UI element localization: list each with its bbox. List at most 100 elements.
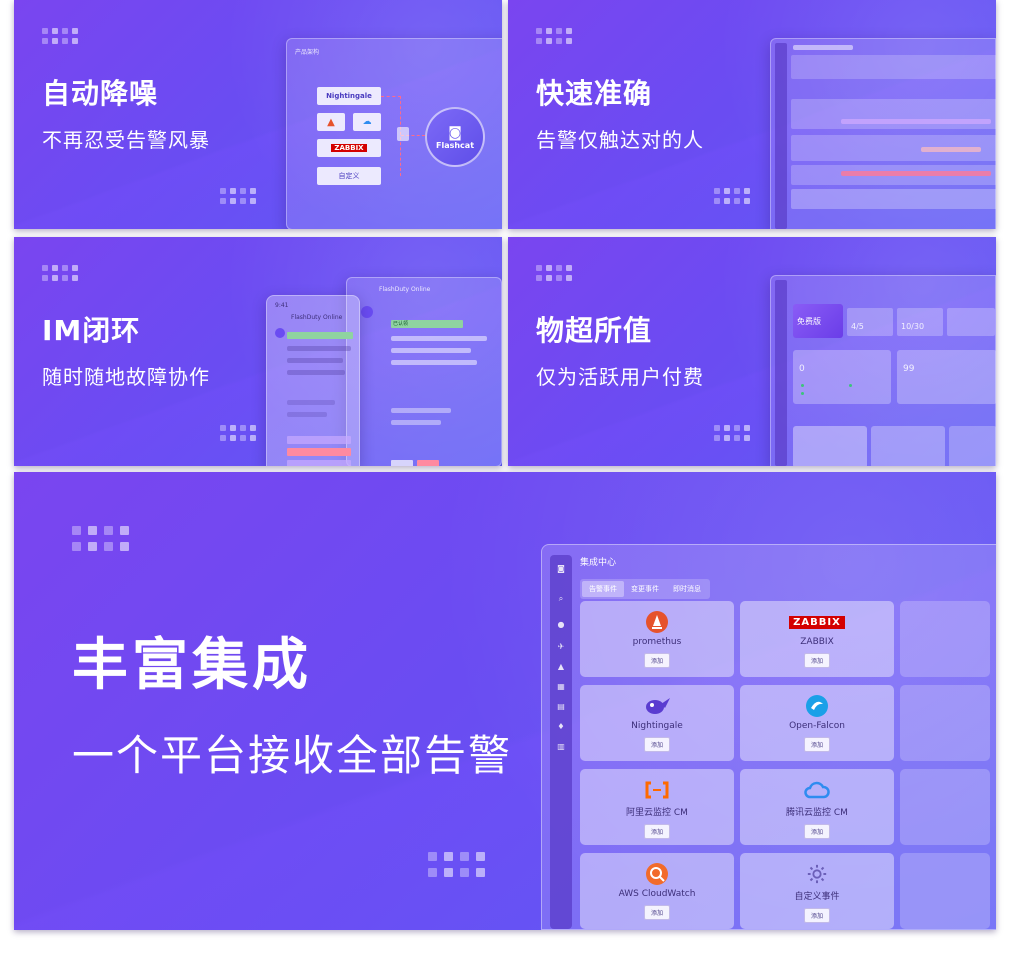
message-line	[287, 346, 351, 351]
integration-card-zabbix[interactable]: ZABBIX ZABBIX 添加	[740, 601, 894, 677]
status-dot	[801, 392, 804, 395]
timeline-bar	[921, 147, 981, 152]
panel-subtitle: 不再忍受告警风暴	[42, 128, 210, 152]
card-name: Open-Falcon	[789, 721, 845, 731]
integration-card-open-falcon[interactable]: Open-Falcon 添加	[740, 685, 894, 761]
card-name: promethus	[632, 637, 682, 647]
phone-time: 9:41	[275, 302, 289, 309]
status-dot	[849, 384, 852, 387]
action-button[interactable]	[391, 460, 413, 466]
flashcat-hub: ◙ Flashcat	[425, 107, 485, 167]
source-nightingale: Nightingale	[317, 87, 381, 105]
add-button[interactable]: 添加	[803, 824, 830, 839]
integration-card-partial[interactable]	[900, 769, 990, 845]
message-line	[391, 336, 487, 341]
open-falcon-icon	[805, 693, 829, 719]
stat-card: 10/30	[897, 308, 943, 336]
phone-title: FlashDuty Online	[291, 314, 343, 321]
integration-card	[949, 426, 996, 466]
zabbix-logo: ZABBIX	[789, 609, 845, 635]
tencent-cloud-icon	[803, 777, 831, 803]
prometheus-icon	[645, 609, 669, 635]
timeline-bar	[841, 119, 991, 124]
message-icon[interactable]: ▤	[557, 703, 565, 711]
nightingale-icon	[643, 693, 671, 719]
integration-card-tencent-cloud[interactable]: 腾讯云监控 CM 添加	[740, 769, 894, 845]
cat-icon: ◙	[448, 124, 462, 141]
message-line	[391, 348, 471, 353]
action-button[interactable]	[287, 448, 351, 456]
tab-alert-events[interactable]: 告警事件	[582, 581, 624, 597]
add-button[interactable]: 添加	[803, 908, 830, 923]
usage-card: 99	[897, 350, 996, 404]
decor-dots	[72, 526, 129, 551]
dashboard-icon[interactable]: ▥	[557, 743, 565, 751]
action-button[interactable]	[287, 460, 351, 466]
architecture-window: 产品架构 Nightingale ▲ ☁ ZABBIX 自定义 ◙ Flashc…	[286, 38, 502, 229]
tab-change-events[interactable]: 变更事件	[624, 581, 666, 597]
integration-icon[interactable]: ♦	[557, 723, 565, 731]
decor-dots	[42, 265, 78, 281]
rocket-icon[interactable]: ✈	[557, 643, 565, 651]
feature-panel-value: 物超所值 仅为活跃用户付费 免费版 4/5 10/30 0 99	[508, 237, 996, 466]
decor-dots	[220, 425, 256, 441]
sidebar	[775, 280, 787, 466]
action-button[interactable]	[417, 460, 439, 466]
avatar	[361, 306, 373, 318]
decor-dots	[714, 188, 750, 204]
message-line	[287, 358, 343, 363]
integration-card-partial[interactable]	[900, 601, 990, 677]
info-block	[791, 55, 996, 79]
timeline-bar	[841, 171, 991, 176]
search-icon[interactable]: ⌕	[557, 595, 565, 603]
stat-card: 4/5	[847, 308, 893, 336]
add-button[interactable]: 添加	[803, 653, 830, 668]
integration-card-aliyun[interactable]: 阿里云监控 CM 添加	[580, 769, 734, 845]
feature-panel-accuracy: 快速准确 告警仅触达对的人	[508, 0, 996, 229]
integration-card-nightingale[interactable]: Nightingale 添加	[580, 685, 734, 761]
panel-title: 快速准确	[536, 77, 653, 110]
add-button[interactable]: 添加	[643, 653, 670, 668]
add-button[interactable]: 添加	[643, 824, 670, 839]
integration-card	[871, 426, 945, 466]
status-badge	[287, 332, 353, 339]
plan-name: 免费版	[797, 317, 821, 326]
decor-dots	[428, 852, 485, 877]
tab-instant-messages[interactable]: 即时消息	[666, 581, 708, 597]
add-button[interactable]: 添加	[643, 905, 670, 920]
source-zabbix: ZABBIX	[317, 139, 381, 157]
source-prometheus: ▲	[317, 113, 345, 131]
panel-subtitle: 告警仅触达对的人	[536, 128, 704, 152]
decor-dots	[220, 188, 256, 204]
cat-logo-icon[interactable]: ◙	[557, 565, 565, 573]
card-name: AWS CloudWatch	[618, 889, 696, 899]
integration-card-partial[interactable]	[900, 853, 990, 929]
panel-title: 自动降噪	[42, 77, 159, 110]
card-name: 阿里云监控 CM	[626, 808, 688, 818]
add-button[interactable]: 添加	[643, 737, 670, 752]
integration-card-custom-event[interactable]: 自定义事件 添加	[740, 853, 894, 929]
integration-card-partial[interactable]	[900, 685, 990, 761]
action-button[interactable]	[287, 436, 351, 444]
integration-card-prometheus[interactable]: promethus 添加	[580, 601, 734, 677]
integration-center-window: ◙ ⌕ ● ✈ ▲ ▦ ▤ ♦ ▥ 集成中心 告警事件 变更事件 即时消息 pr…	[541, 544, 996, 930]
decor-dots	[536, 28, 572, 44]
hero-title: 丰富集成	[72, 633, 312, 698]
message-line	[287, 400, 335, 405]
integration-card-aws-cloudwatch[interactable]: AWS CloudWatch 添加	[580, 853, 734, 929]
calendar-icon[interactable]: ▦	[557, 683, 565, 691]
card-name: 自定义事件	[794, 892, 840, 902]
aws-cloudwatch-icon	[645, 861, 669, 887]
card-name: Nightingale	[631, 721, 683, 731]
alert-icon[interactable]: ▲	[557, 663, 565, 671]
add-button[interactable]: 添加	[803, 737, 830, 752]
user-icon[interactable]: ●	[557, 621, 565, 629]
status-badge: 已认领	[391, 320, 463, 328]
message-line	[287, 370, 345, 375]
plan-card: 免费版	[793, 304, 843, 338]
avatar	[275, 328, 285, 338]
source-custom: 自定义	[317, 167, 381, 185]
chat-title: FlashDuty Online	[379, 286, 431, 293]
window-title: 产品架构	[295, 49, 320, 56]
card-name: ZABBIX	[800, 637, 834, 647]
